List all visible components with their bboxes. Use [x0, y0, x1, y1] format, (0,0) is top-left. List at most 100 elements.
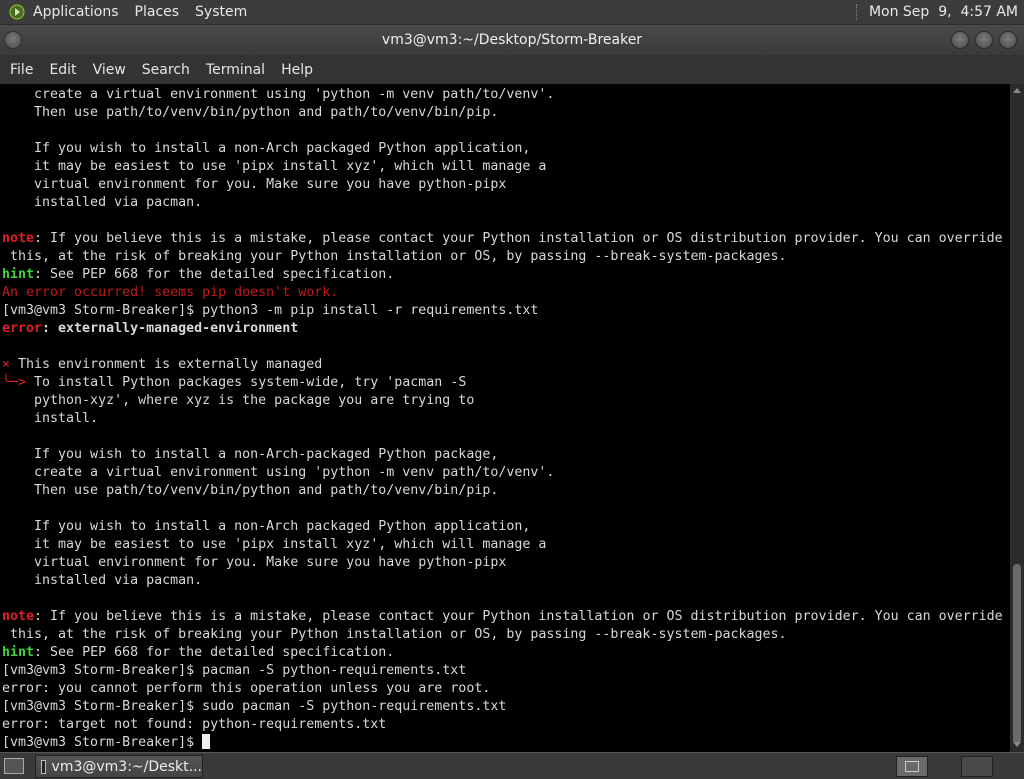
terminal-line: create a virtual environment using 'pyth…: [2, 86, 1003, 104]
menu-edit[interactable]: Edit: [49, 62, 76, 78]
terminal-line: hint: See PEP 668 for the detailed speci…: [2, 644, 1003, 662]
menu-help[interactable]: Help: [281, 62, 313, 78]
terminal-line: python-xyz', where xyz is the package yo…: [2, 392, 1003, 410]
taskbar-terminal-button[interactable]: vm3@vm3:~/Deskt...: [35, 755, 203, 778]
terminal-line: [vm3@vm3 Storm-Breaker]$ sudo pacman -S …: [2, 698, 1003, 716]
terminal-line: An error occurred! seems pip doesn't wor…: [2, 284, 1003, 302]
menu-applications[interactable]: Applications: [33, 4, 119, 20]
scroll-up-icon[interactable]: [1013, 88, 1021, 93]
terminal-text: hint: [2, 267, 35, 282]
menu-system[interactable]: System: [195, 4, 247, 20]
terminal-line: virtual environment for you. Make sure y…: [2, 554, 1003, 572]
terminal-text: [vm3@vm3 Storm-Breaker]$ sudo pacman -S …: [2, 699, 507, 714]
terminal-lines: create a virtual environment using 'pyth…: [2, 86, 1003, 752]
terminal-text: : If you believe this is a mistake, plea…: [34, 609, 1003, 624]
terminal-text: : See PEP 668 for the detailed specifica…: [34, 645, 395, 660]
panel-separator: [855, 4, 859, 20]
terminal-text: installed via pacman.: [2, 195, 203, 210]
terminal-line: [vm3@vm3 Storm-Breaker]$: [2, 734, 1003, 752]
terminal-line: it may be easiest to use 'pipx install x…: [2, 158, 1003, 176]
terminal-line: install.: [2, 410, 1003, 428]
terminal-text: note: [2, 231, 35, 246]
top-panel: Applications Places System Mon Sep 9, 4:…: [0, 0, 1024, 25]
terminal-text: Then use path/to/venv/bin/python and pat…: [2, 105, 499, 120]
clock[interactable]: Mon Sep 9, 4:57 AM: [869, 4, 1018, 20]
terminal-line: If you wish to install a non-Arch packag…: [2, 140, 1003, 158]
workspace-1[interactable]: [896, 756, 928, 777]
applications-menu-icon[interactable]: [9, 4, 25, 20]
terminal-text: [vm3@vm3 Storm-Breaker]$ python3 -m pip …: [2, 303, 539, 318]
terminal-line: Then use path/to/venv/bin/python and pat…: [2, 104, 1003, 122]
terminal-text: If you wish to install a non-Arch packag…: [2, 519, 531, 534]
terminal-line: installed via pacman.: [2, 194, 1003, 212]
terminal-text: it may be easiest to use 'pipx install x…: [2, 159, 547, 174]
terminal-text: note: [2, 609, 35, 624]
terminal-line: this, at the risk of breaking your Pytho…: [2, 626, 1003, 644]
terminal-text: create a virtual environment using 'pyth…: [2, 87, 555, 102]
taskbar-label: vm3@vm3:~/Deskt...: [51, 758, 202, 775]
terminal-text: virtual environment for you. Make sure y…: [2, 555, 507, 570]
terminal-text: this, at the risk of breaking your Pytho…: [2, 249, 787, 264]
terminal-text: [vm3@vm3 Storm-Breaker]$ pacman -S pytho…: [2, 663, 467, 678]
menu-search[interactable]: Search: [142, 62, 190, 78]
terminal-line: error: externally-managed-environment: [2, 320, 1003, 338]
terminal-text: An error occurred! seems pip doesn't wor…: [2, 285, 339, 300]
terminal-text: ×: [2, 357, 11, 372]
window-title-bar[interactable]: vm3@vm3:~/Desktop/Storm-Breaker: [0, 25, 1024, 55]
terminal-text: This environment is externally managed: [10, 357, 323, 372]
terminal-line: × This environment is externally managed: [2, 356, 1003, 374]
terminal-line: create a virtual environment using 'pyth…: [2, 464, 1003, 482]
terminal-text: error: [2, 321, 43, 336]
terminal-scrollbar[interactable]: [1010, 84, 1024, 752]
terminal-text: If you wish to install a non-Arch packag…: [2, 141, 531, 156]
terminal-line: [vm3@vm3 Storm-Breaker]$ pacman -S pytho…: [2, 662, 1003, 680]
menu-terminal[interactable]: Terminal: [206, 62, 265, 78]
minimize-button[interactable]: [951, 31, 969, 49]
maximize-button[interactable]: [975, 31, 993, 49]
terminal-text: Then use path/to/venv/bin/python and pat…: [2, 483, 499, 498]
terminal-text: : See PEP 668 for the detailed specifica…: [34, 267, 395, 282]
terminal-text: it may be easiest to use 'pipx install x…: [2, 537, 547, 552]
terminal-text: python-xyz', where xyz is the package yo…: [2, 393, 475, 408]
scroll-down-icon[interactable]: [1013, 742, 1021, 747]
terminal-text: error: target not found: python-requirem…: [2, 717, 387, 732]
terminal-line: [vm3@vm3 Storm-Breaker]$ python3 -m pip …: [2, 302, 1003, 320]
show-desktop-icon[interactable]: [4, 758, 24, 774]
workspace-2[interactable]: [961, 756, 993, 777]
terminal-text: install.: [2, 411, 99, 426]
terminal-line: this, at the risk of breaking your Pytho…: [2, 248, 1003, 266]
terminal-line: ╰─> To install Python packages system-wi…: [2, 374, 1003, 392]
window-title: vm3@vm3:~/Desktop/Storm-Breaker: [381, 32, 643, 48]
terminal-line: virtual environment for you. Make sure y…: [2, 176, 1003, 194]
workspace-window-icon: [905, 761, 919, 772]
menu-bar: File Edit View Search Terminal Help: [0, 55, 1024, 84]
terminal-line: installed via pacman.: [2, 572, 1003, 590]
terminal-line: note: If you believe this is a mistake, …: [2, 608, 1003, 626]
menu-file[interactable]: File: [10, 62, 33, 78]
terminal-text: error: you cannot perform this operation…: [2, 681, 491, 696]
menu-view[interactable]: View: [93, 62, 126, 78]
terminal-line: If you wish to install a non-Arch-packag…: [2, 446, 1003, 464]
terminal-text: hint: [2, 645, 35, 660]
terminal-text: : If you believe this is a mistake, plea…: [34, 231, 1003, 246]
terminal-text: [vm3@vm3 Storm-Breaker]$: [2, 735, 203, 750]
terminal-line: error: target not found: python-requirem…: [2, 716, 1003, 734]
terminal-line: note: If you believe this is a mistake, …: [2, 230, 1003, 248]
terminal-line: hint: See PEP 668 for the detailed speci…: [2, 266, 1003, 284]
terminal-output[interactable]: create a virtual environment using 'pyth…: [0, 84, 1010, 752]
terminal-line: error: you cannot perform this operation…: [2, 680, 1003, 698]
terminal-text: installed via pacman.: [2, 573, 203, 588]
terminal-text: If you wish to install a non-Arch-packag…: [2, 447, 499, 462]
terminal-cursor: [202, 734, 211, 749]
terminal-text: this, at the risk of breaking your Pytho…: [2, 627, 787, 642]
menu-places[interactable]: Places: [135, 4, 180, 20]
close-button[interactable]: [999, 31, 1017, 49]
scroll-thumb[interactable]: [1013, 564, 1021, 744]
terminal-text: create a virtual environment using 'pyth…: [2, 465, 555, 480]
terminal-line: If you wish to install a non-Arch packag…: [2, 518, 1003, 536]
